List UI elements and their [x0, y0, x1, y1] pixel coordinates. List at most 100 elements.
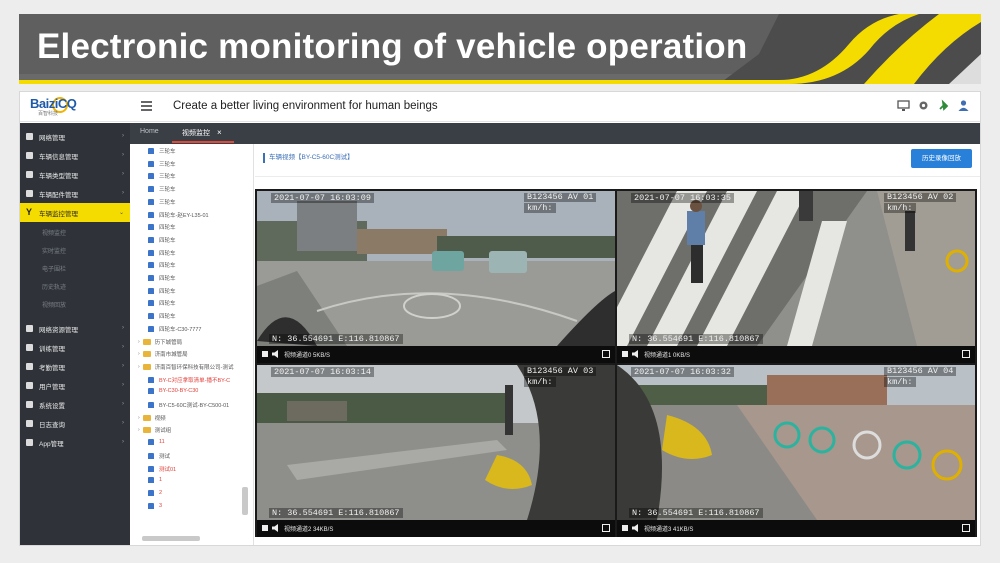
tree-vehicle-node[interactable]: 四轮车 — [148, 299, 176, 307]
fullscreen-icon[interactable] — [962, 350, 970, 358]
speaker-icon[interactable] — [632, 350, 639, 358]
tree-vehicle-node[interactable]: BY-C30-BY-C30 — [148, 388, 198, 395]
tree-vehicle-node[interactable]: 三轮车 — [148, 185, 176, 193]
parts-icon — [26, 190, 33, 197]
sidebar-subitem[interactable]: 电子围栏 — [42, 264, 66, 273]
sidebar-item-app[interactable]: App管理 › — [20, 433, 130, 452]
speaker-icon[interactable] — [272, 524, 279, 532]
fullscreen-icon[interactable] — [962, 524, 970, 532]
plug-icon[interactable] — [937, 99, 950, 112]
tree-folder[interactable]: › 测试组 — [138, 426, 171, 434]
sidebar-subitem[interactable]: 视频监控 — [42, 228, 66, 237]
sidebar-subitem[interactable]: 历史轨迹 — [42, 282, 66, 291]
tree-folder[interactable]: › 济南百智环保科技有限公司-测试 — [138, 363, 234, 371]
tree-folder[interactable]: › 视频 — [138, 414, 166, 422]
tree-vehicle-node[interactable]: 四轮车-赵EY-L35-01 — [148, 211, 209, 219]
sidebar-item-training[interactable]: 训练管理 › — [20, 338, 130, 357]
company-logo[interactable]: BaiziCQ 百智科技 — [30, 96, 96, 118]
menu-toggle-icon[interactable] — [141, 101, 152, 111]
sidebar: 网络管理 › 车辆信息管理 › 车辆类型管理 › 车辆配件管理 › Y 车辆监控管理 ⌄ 视… — [20, 123, 130, 545]
monitor-icon[interactable] — [897, 99, 910, 112]
tree-vehicle-node[interactable]: 三轮车 — [148, 198, 176, 206]
tree-vehicle-node[interactable]: 1 — [148, 477, 162, 484]
tree-vehicle-node[interactable]: 四轮车-C30-7777 — [148, 325, 202, 333]
speaker-icon[interactable] — [632, 524, 639, 532]
chevron-right-icon[interactable]: › — [138, 351, 140, 357]
tree-horizontal-scrollbar[interactable] — [142, 536, 200, 541]
sidebar-item-vehicle-info[interactable]: 车辆信息管理 › — [20, 146, 130, 165]
vehicle-user-icon — [148, 313, 154, 320]
tree-vehicle-node[interactable]: 三轮车 — [148, 172, 176, 180]
chevron-icon: › — [122, 401, 124, 407]
speaker-icon[interactable] — [272, 350, 279, 358]
tree-vehicle-node[interactable]: 2 — [148, 489, 162, 496]
sidebar-item-settings[interactable]: 系统设置 › — [20, 395, 130, 414]
channel-controls: 视频通道1 0KB/S — [617, 346, 975, 363]
fullscreen-icon[interactable] — [602, 350, 610, 358]
camera-feed-4 — [617, 365, 975, 520]
stop-icon[interactable] — [622, 351, 628, 357]
chevron-right-icon[interactable]: › — [138, 427, 140, 433]
tree-vehicle-node[interactable]: BY-C对应拿取清单-播不BY-C — [148, 376, 230, 384]
tree-vehicle-node[interactable]: 四轮车 — [148, 236, 176, 244]
video-channel-1[interactable]: 2021-07-07 16:03:09 B123456 AV 01 km/h: … — [257, 191, 615, 363]
tree-vehicle-node[interactable]: 测试 — [148, 452, 170, 460]
video-channel-4[interactable]: 2021-07-07 16:03:32 B123456 AV 04 km/h: … — [617, 365, 975, 537]
sidebar-item-resource[interactable]: 网络资源管理 › — [20, 319, 130, 338]
tree-vehicle-node[interactable]: BY-C5-60C测试-BY-C500-01 — [148, 401, 229, 409]
stop-icon[interactable] — [262, 525, 268, 531]
stop-icon[interactable] — [262, 351, 268, 357]
sidebar-item-network[interactable]: 网络管理 › — [20, 127, 130, 146]
logo-text: BaiziCQ — [30, 96, 77, 111]
chevron-right-icon[interactable]: › — [138, 415, 140, 421]
tree-node-label: 四轮车-赵EY-L35-01 — [159, 212, 209, 219]
active-tab-indicator — [172, 141, 234, 143]
tree-vehicle-node[interactable]: 11 — [148, 439, 165, 446]
sidebar-item-log[interactable]: 日志查询 › — [20, 414, 130, 433]
tab-video-monitor[interactable]: 视频监控 × — [182, 128, 222, 138]
tree-vehicle-node[interactable]: 四轮车 — [148, 223, 176, 231]
video-channel-2[interactable]: 2021-07-07 16:03:35 B123456 AV 02 km/h: … — [617, 191, 975, 363]
sidebar-subitem[interactable]: 实时监控 — [42, 246, 66, 255]
sidebar-item-vehicle-parts[interactable]: 车辆配件管理 › — [20, 184, 130, 203]
sidebar-item-users[interactable]: 用户管理 › — [20, 376, 130, 395]
sidebar-item-attendance[interactable]: 考勤管理 › — [20, 357, 130, 376]
tab-home[interactable]: Home — [140, 128, 159, 135]
tree-vehicle-node[interactable]: 四轮车 — [148, 249, 176, 257]
channel-name: 视频通道0 5KB/S — [284, 353, 331, 359]
sidebar-item-vehicle-monitor[interactable]: Y 车辆监控管理 ⌄ — [20, 203, 130, 222]
tree-vehicle-node[interactable]: 三轮车 — [148, 147, 176, 155]
user-icon[interactable] — [957, 99, 970, 112]
tree-vehicle-node[interactable]: 四轮车 — [148, 274, 176, 282]
tree-folder[interactable]: › 济南市城管局 — [138, 350, 188, 358]
gear-icon[interactable] — [917, 99, 930, 112]
tab-bar: Home 视频监控 × — [130, 123, 980, 144]
chevron-icon: › — [122, 171, 124, 177]
tree-node-label: 四轮车 — [159, 288, 176, 295]
close-icon[interactable]: × — [217, 128, 222, 137]
chevron-right-icon[interactable]: › — [138, 364, 140, 370]
history-playback-button[interactable]: 历史录像回放 — [911, 149, 972, 168]
chevron-icon: › — [122, 190, 124, 196]
tree-vehicle-node[interactable]: 测试01 — [148, 465, 176, 473]
tree-vehicle-node[interactable]: 四轮车 — [148, 312, 176, 320]
tree-vehicle-node[interactable]: 四轮车 — [148, 287, 176, 295]
vehicle-user-icon — [148, 452, 154, 459]
tab-label: 视频监控 — [182, 130, 210, 137]
tree-scrollbar[interactable] — [242, 487, 248, 515]
sidebar-item-label: App管理 — [39, 440, 64, 448]
channel-speed: km/h: — [524, 377, 556, 387]
video-channel-3[interactable]: 2021-07-07 16:03:14 B123456 AV 03 km/h: … — [257, 365, 615, 537]
top-bar: BaiziCQ 百智科技 Create a better living envi… — [20, 92, 980, 122]
stop-icon[interactable] — [622, 525, 628, 531]
vehicle-user-icon — [148, 388, 154, 395]
tree-folder[interactable]: › 历下城管局 — [138, 338, 182, 346]
monitor-y-icon: Y — [26, 207, 33, 217]
chevron-right-icon[interactable]: › — [138, 339, 140, 345]
tree-vehicle-node[interactable]: 3 — [148, 502, 162, 509]
tree-vehicle-node[interactable]: 三轮车 — [148, 160, 176, 168]
sidebar-item-vehicle-type[interactable]: 车辆类型管理 › — [20, 165, 130, 184]
tree-vehicle-node[interactable]: 四轮车 — [148, 261, 176, 269]
fullscreen-icon[interactable] — [602, 524, 610, 532]
sidebar-subitem[interactable]: 视频回放 — [42, 300, 66, 309]
